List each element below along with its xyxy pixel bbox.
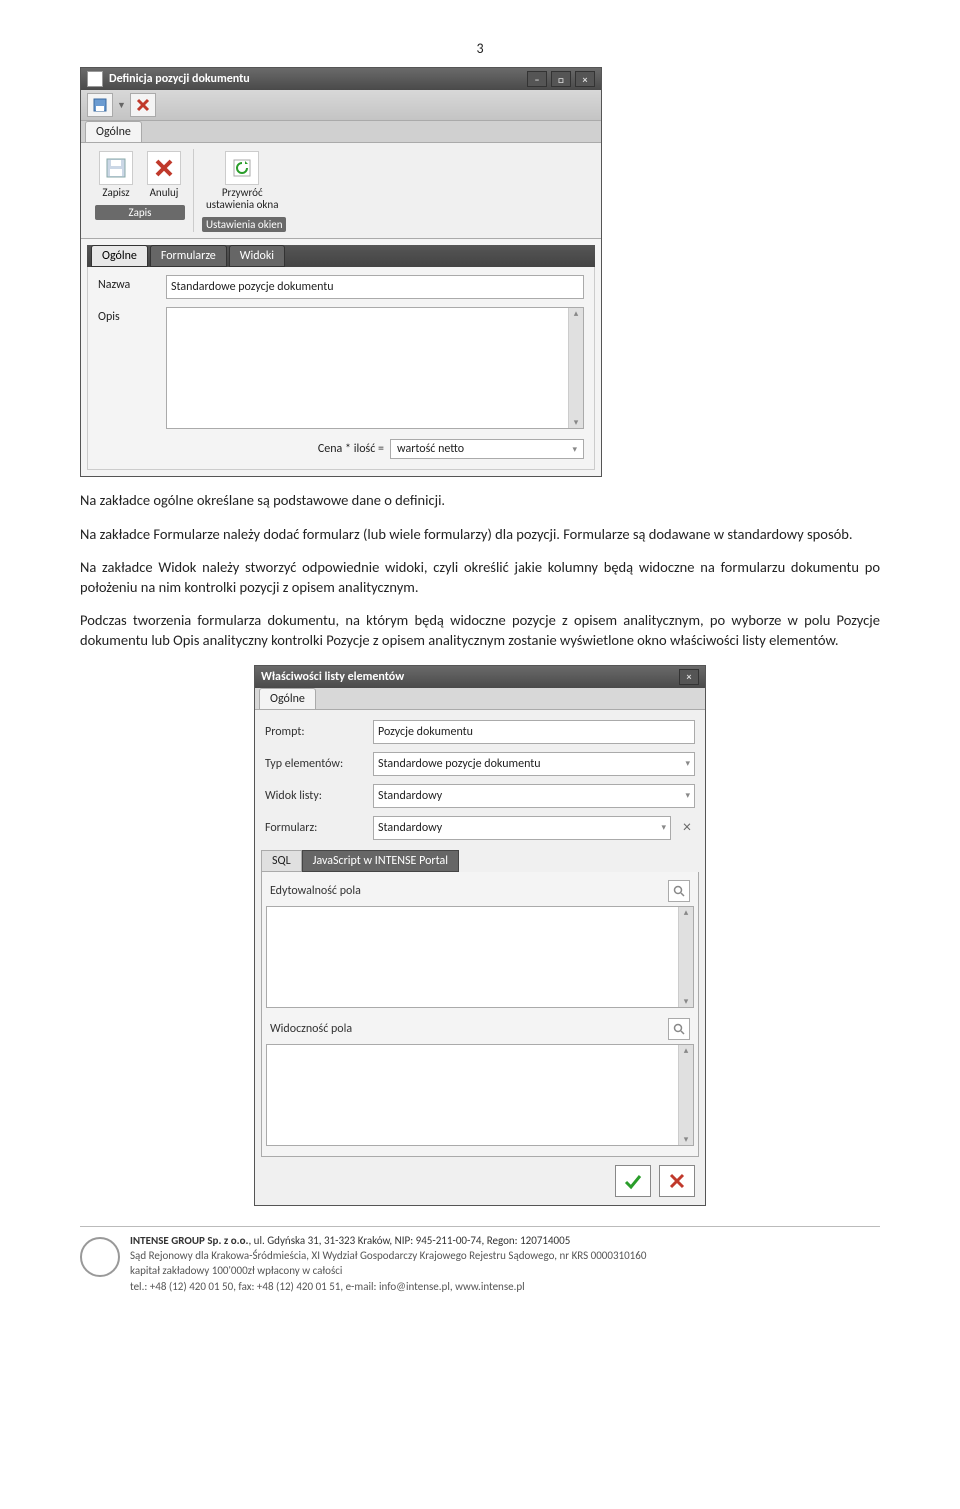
tab-sql[interactable]: SQL [261, 850, 302, 872]
window-title: Definicja pozycji dokumentu [109, 72, 250, 86]
minimize-button[interactable]: – [527, 71, 547, 87]
ribbon-cancel-label: Anuluj [150, 187, 179, 199]
ribbon-restore-label: Przywróćustawienia okna [206, 187, 278, 211]
subtab-strip: Ogólne Formularze Widoki [87, 245, 595, 267]
zoom-vis-button[interactable] [668, 1018, 690, 1040]
x-red-icon [153, 157, 175, 179]
tab-general-2[interactable]: Ogólne [259, 688, 316, 709]
paragraph-2: Na zakładce Formularze należy dodać form… [80, 525, 880, 545]
close-button[interactable]: × [575, 71, 595, 87]
formula-value: wartość netto [397, 442, 464, 456]
ribbon-tab-general[interactable]: Ogólne [85, 121, 142, 142]
subtab-general[interactable]: Ogólne [91, 245, 148, 267]
qat-save-button[interactable] [87, 93, 113, 117]
company-logo-icon [80, 1237, 120, 1277]
chevron-down-icon: ▾ [572, 444, 577, 455]
formula-label: Cena * ilość = [318, 442, 384, 456]
textarea-desc[interactable] [166, 307, 584, 429]
section-visibility: Widoczność pola [266, 1014, 694, 1044]
cancel-button-2[interactable] [659, 1165, 695, 1197]
footer-line-2: Sąd Rejonowy dla Krakowa-Śródmieścia, XI… [130, 1248, 646, 1263]
magnifier-icon [673, 1023, 685, 1035]
check-icon [622, 1170, 644, 1192]
magnifier-icon [673, 885, 685, 897]
footer-line-4: tel.: +48 (12) 420 01 50, fax: +48 (12) … [130, 1279, 646, 1294]
footer-line-1: INTENSE GROUP Sp. z o.o., ul. Gdyńska 31… [130, 1233, 646, 1248]
ribbon-restore-button[interactable]: Przywróćustawienia okna [202, 149, 282, 213]
zoom-edit-button[interactable] [668, 880, 690, 902]
refresh-icon [231, 157, 253, 179]
clear-form-button[interactable]: × [679, 818, 695, 837]
titlebar-2[interactable]: Właściwości listy elementów × [255, 666, 705, 688]
ribbon-save-button[interactable]: Zapisz [95, 149, 137, 201]
code-editability[interactable] [266, 906, 694, 1008]
window-properties: Właściwości listy elementów × Ogólne Pro… [254, 665, 706, 1206]
scrollbar[interactable] [678, 907, 693, 1007]
chevron-down-icon: ▾ [661, 822, 666, 833]
x-red-icon [136, 98, 150, 112]
ribbon-save-label: Zapisz [102, 187, 129, 199]
subtab-views[interactable]: Widoki [229, 245, 285, 267]
select-view[interactable]: Standardowy▾ [373, 784, 695, 808]
floppy-icon [93, 98, 107, 112]
label-view: Widok listy: [265, 789, 365, 803]
subtab-forms[interactable]: Formularze [150, 245, 227, 267]
code-visibility[interactable] [266, 1044, 694, 1146]
quick-access-toolbar: ▼ [81, 90, 601, 121]
window-title-2: Właściwości listy elementów [261, 670, 404, 684]
select-form[interactable]: Standardowy▾ [373, 816, 671, 840]
tab-javascript[interactable]: JavaScript w INTENSE Portal [302, 850, 459, 872]
maximize-button[interactable]: □ [551, 71, 571, 87]
scrollbar[interactable] [678, 1045, 693, 1145]
page-number: 3 [80, 40, 880, 57]
select-type[interactable]: Standardowe pozycje dokumentu▾ [373, 752, 695, 776]
input-name[interactable]: Standardowe pozycje dokumentu [166, 275, 584, 299]
chevron-down-icon: ▾ [685, 758, 690, 769]
chevron-down-icon: ▾ [685, 790, 690, 801]
ribbon-cancel-button[interactable]: Anuluj [143, 149, 185, 201]
floppy-icon [105, 157, 127, 179]
label-name: Nazwa [98, 275, 158, 292]
label-form: Formularz: [265, 821, 365, 835]
qat-dropdown-icon[interactable]: ▼ [117, 100, 126, 111]
window-definition: Definicja pozycji dokumentu – □ × ▼ Ogól… [80, 67, 602, 477]
close-button-2[interactable]: × [679, 669, 699, 685]
qat-cancel-button[interactable] [130, 93, 156, 117]
page-footer: INTENSE GROUP Sp. z o.o., ul. Gdyńska 31… [80, 1226, 880, 1295]
scrollbar[interactable] [568, 308, 583, 428]
label-prompt: Prompt: [265, 725, 365, 739]
label-type: Typ elementów: [265, 757, 365, 771]
ribbon-tabs: Ogólne [81, 121, 601, 143]
formula-select[interactable]: wartość netto ▾ [390, 439, 584, 459]
titlebar[interactable]: Definicja pozycji dokumentu – □ × [81, 68, 601, 90]
ribbon-group-save: Zapis [95, 205, 185, 220]
app-icon [87, 71, 103, 87]
x-red-icon [666, 1170, 688, 1192]
section-editability: Edytowalność pola [266, 876, 694, 906]
paragraph-1: Na zakładce ogólne określane są podstawo… [80, 491, 880, 511]
paragraph-3: Na zakładce Widok należy stworzyć odpowi… [80, 558, 880, 597]
ribbon-group-windows: Ustawienia okien [202, 217, 286, 232]
input-prompt[interactable]: Pozycje dokumentu [373, 720, 695, 744]
ok-button[interactable] [615, 1165, 651, 1197]
footer-line-3: kapitał zakładowy 100'000zł wpłacony w c… [130, 1263, 646, 1278]
ribbon: Zapisz Anuluj Zapis Przywróćustawienia o… [81, 143, 601, 239]
label-desc: Opis [98, 307, 158, 324]
paragraph-4: Podczas tworzenia formularza dokumentu, … [80, 611, 880, 650]
